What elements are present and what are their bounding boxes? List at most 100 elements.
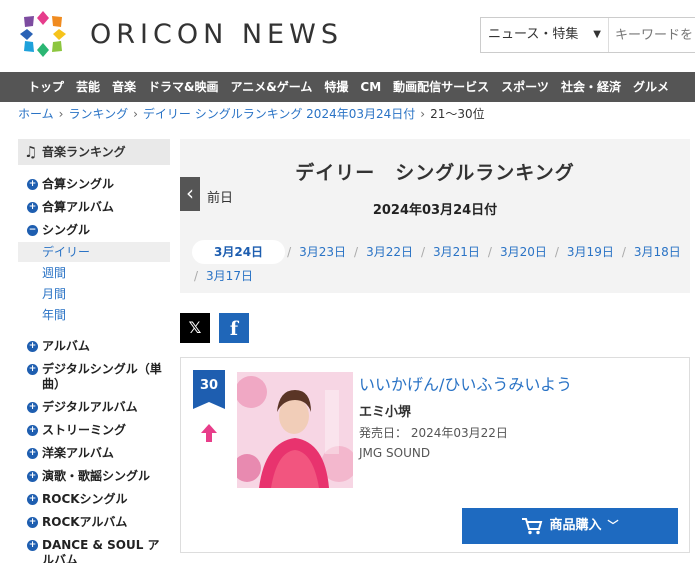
sidebar-item-digital-single[interactable]: + デジタルシングル（単曲） [18,362,170,392]
buy-button[interactable]: 商品購入 ﹀ [462,508,678,544]
sidebar-item-rock-album[interactable]: + ROCKアルバム [18,515,170,530]
date-tab-current[interactable]: 3月24日 [192,240,286,264]
date-tab[interactable]: 3月23日 [293,240,352,264]
sidebar-item-western-album[interactable]: + 洋楽アルバム [18,446,170,461]
minus-icon: − [27,225,38,236]
plus-icon: + [27,471,38,482]
main-nav: トップ 芸能 音楽 ドラマ&映画 アニメ&ゲーム 特撮 CM 動画配信サービス スポーツ 社会・経… [0,72,695,102]
plus-icon: + [27,202,38,213]
sidebar-item-streaming[interactable]: + ストリーミング [18,423,170,438]
search-category-select[interactable]: ニュース・特集 ▼ [481,18,609,52]
plus-icon: + [27,179,38,190]
plus-icon: + [27,364,38,375]
sidebar-item-label: シングル [42,223,91,237]
date-tab[interactable]: 3月20日 [494,240,553,264]
search-input[interactable] [611,18,695,52]
sidebar-item-label: 洋楽アルバム [42,446,114,460]
plus-icon: + [27,494,38,505]
logo-icon[interactable] [18,9,68,59]
sidebar-item-enka-single[interactable]: + 演歌・歌謡シングル [18,469,170,484]
nav-item-gourmet[interactable]: グルメ [627,72,675,102]
plus-icon: + [27,341,38,352]
item-title[interactable]: いいかげん/ひいふうみいよう [359,371,572,395]
ranking-title: デイリー シングルランキング [295,162,575,184]
date-tab[interactable]: 3月18日 [628,240,687,264]
date-separator: / [194,269,199,283]
nav-item-entertainment[interactable]: 芸能 [70,72,106,102]
nav-item-drama-movie[interactable]: ドラマ&映画 [142,72,224,102]
sidebar-subitem-monthly[interactable]: 月間 [18,284,170,304]
sidebar-item-label: アルバム [42,339,90,353]
date-separator: / [287,245,292,259]
sidebar-item-label: ROCKアルバム [42,515,128,529]
nav-item-cm[interactable]: CM [354,72,387,102]
rank-badge: 30 [193,370,225,409]
facebook-icon[interactable]: f [219,313,249,343]
nav-item-anime-game[interactable]: アニメ&ゲーム [225,72,319,102]
date-separator: / [621,245,626,259]
date-tab[interactable]: 3月17日 [200,264,259,288]
nav-item-streaming-services[interactable]: 動画配信サービス [387,72,495,102]
sidebar-item-label: 演歌・歌謡シングル [42,469,151,483]
sidebar-item-combined-album[interactable]: + 合算アルバム [18,200,170,215]
sidebar: ♫ 音楽ランキング + 合算シングル + 合算アルバム − シングル デイリー 週間 … [18,139,170,563]
sidebar-subitem-daily[interactable]: デイリー [18,242,170,262]
sidebar-list: + 合算シングル + 合算アルバム − シングル [18,177,170,238]
sidebar-item-label: デジタルアルバム [42,400,138,414]
date-separator: / [420,245,426,259]
release-date: 2024年03月22日 [410,426,508,440]
search-box: ニュース・特集 ▼ [480,17,695,53]
date-tab[interactable]: 3月22日 [360,240,419,264]
sidebar-item-label: 合算シングル [42,177,115,191]
sidebar-item-album[interactable]: + アルバム [18,339,170,354]
music-note-icon: ♫ [24,143,38,161]
date-tab[interactable]: 3月19日 [561,240,620,264]
item-label: JMG SOUND [359,446,431,460]
sidebar-item-label: ROCKシングル [42,492,128,506]
chevron-down-icon: ﹀ [607,519,619,532]
breadcrumb-home[interactable]: ホーム [18,107,54,121]
breadcrumb-separator: › [133,107,138,121]
sidebar-item-digital-album[interactable]: + デジタルアルバム [18,400,170,415]
breadcrumb-ranking[interactable]: ランキング [68,107,128,121]
chevron-down-icon: ▼ [593,29,601,40]
nav-item-music[interactable]: 音楽 [106,72,142,102]
up-arrow-icon [201,424,217,442]
plus-icon: + [27,540,38,551]
breadcrumb-separator: › [420,107,426,121]
ranking-header: デイリー シングルランキング ‹ 前日 2024年03月24日付 3月24日/3… [180,139,690,293]
plus-icon: + [27,402,38,413]
plus-icon: + [27,448,38,459]
breadcrumb-separator: › [58,107,64,121]
sidebar-subitem-yearly[interactable]: 年間 [18,305,170,325]
sidebar-item-rock-single[interactable]: + ROCKシングル [18,492,170,507]
item-artist[interactable]: エミ小堺 [359,401,411,420]
album-cover[interactable] [237,372,353,488]
sidebar-item-combined-single[interactable]: + 合算シングル [18,177,170,192]
plus-icon: + [27,517,38,528]
breadcrumb: ホーム › ランキング › デイリー シングルランキング 2024年03月24日付 › 21… [18,105,485,122]
breadcrumb-daily-single[interactable]: デイリー シングルランキング 2024年03月24日付 [143,107,415,121]
logo-text[interactable]: ORICON NEWS [90,19,343,50]
plus-icon: + [27,425,38,436]
site-header: ORICON NEWS ニュース・特集 ▼ [0,0,695,72]
cart-icon [522,517,543,534]
nav-item-sports[interactable]: スポーツ [495,72,555,102]
sidebar-header: ♫ 音楽ランキング [18,139,170,165]
search-category-label: ニュース・特集 [488,27,579,42]
x-logo-icon[interactable]: 𝕏 [180,313,210,343]
ranking-date: 2024年03月24日付 [372,203,498,218]
date-tab[interactable]: 3月21日 [427,240,486,264]
sidebar-item-single[interactable]: − シングル [18,223,170,238]
sidebar-title: 音楽ランキング [42,145,126,159]
sidebar-item-label: 合算アルバム [42,200,114,214]
nav-item-society-economy[interactable]: 社会・経済 [555,72,627,102]
nav-item-tokusatsu[interactable]: 特撮 [318,72,354,102]
sidebar-subitem-weekly[interactable]: 週間 [18,263,170,283]
sidebar-item-dance-soul-album[interactable]: + DANCE & SOUL アルバム [18,538,170,563]
sidebar-item-label: デジタルシングル（単曲） [42,362,162,391]
nav-item-top[interactable]: トップ [0,72,70,102]
item-release: 発売日： 2024年03月22日 [359,424,508,441]
breadcrumb-current: 21～30位 [430,107,485,121]
sidebar-list-more: + アルバム + デジタルシングル（単曲） + デジタルアルバム + ストリーミング +… [18,339,170,563]
